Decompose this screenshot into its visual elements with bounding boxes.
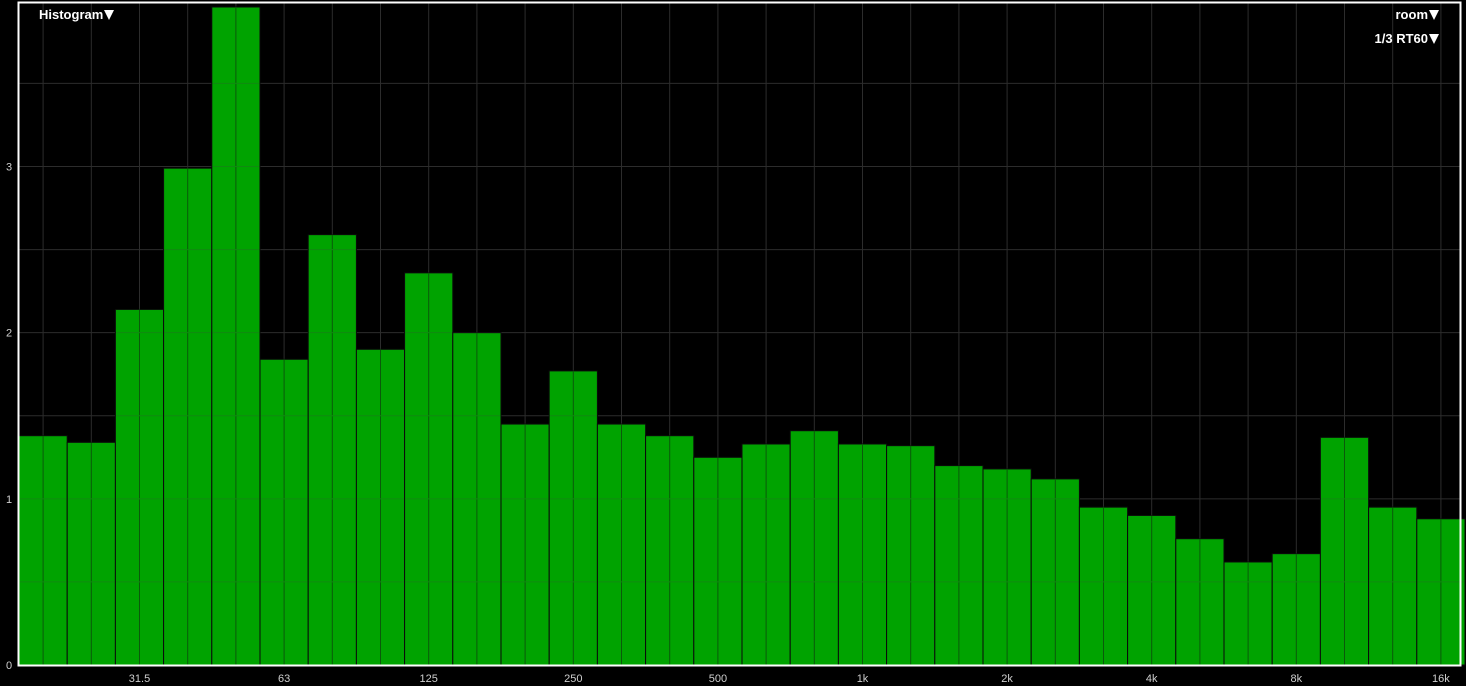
triangle-down-icon (1429, 34, 1439, 44)
x-tick-label: 125 (420, 673, 438, 685)
band-dropdown[interactable]: 1/3 RT60 (1375, 31, 1439, 47)
x-tick-label: 31.5 (129, 673, 150, 685)
x-tick-label: 63 (278, 673, 290, 685)
y-tick-label: 0 (6, 660, 12, 672)
band-label: 1/3 RT60 (1374, 31, 1428, 46)
y-tick-label: 2 (6, 328, 12, 340)
room-dropdown[interactable]: room (1395, 7, 1439, 23)
y-tick-label: 1 (6, 494, 12, 506)
room-label: room (1395, 7, 1429, 22)
x-tick-label: 500 (709, 673, 727, 685)
triangle-down-icon (104, 10, 115, 20)
x-tick-label: 16k (1432, 673, 1450, 685)
x-tick-label: 250 (564, 673, 582, 685)
x-tick-label: 1k (857, 673, 869, 685)
x-tick-label: 8k (1290, 673, 1302, 685)
view-mode-label: Histogram (39, 7, 104, 22)
y-tick-label: 3 (6, 162, 12, 174)
x-tick-label: 2k (1001, 673, 1013, 685)
rt60-histogram-chart: 0 1 2 3 31.5 63 125 250 500 1k 2k 4k 8k 16k (0, 0, 1466, 686)
triangle-down-icon (1429, 10, 1439, 20)
x-tick-label: 4k (1146, 673, 1158, 685)
view-mode-dropdown[interactable]: Histogram (39, 7, 115, 23)
